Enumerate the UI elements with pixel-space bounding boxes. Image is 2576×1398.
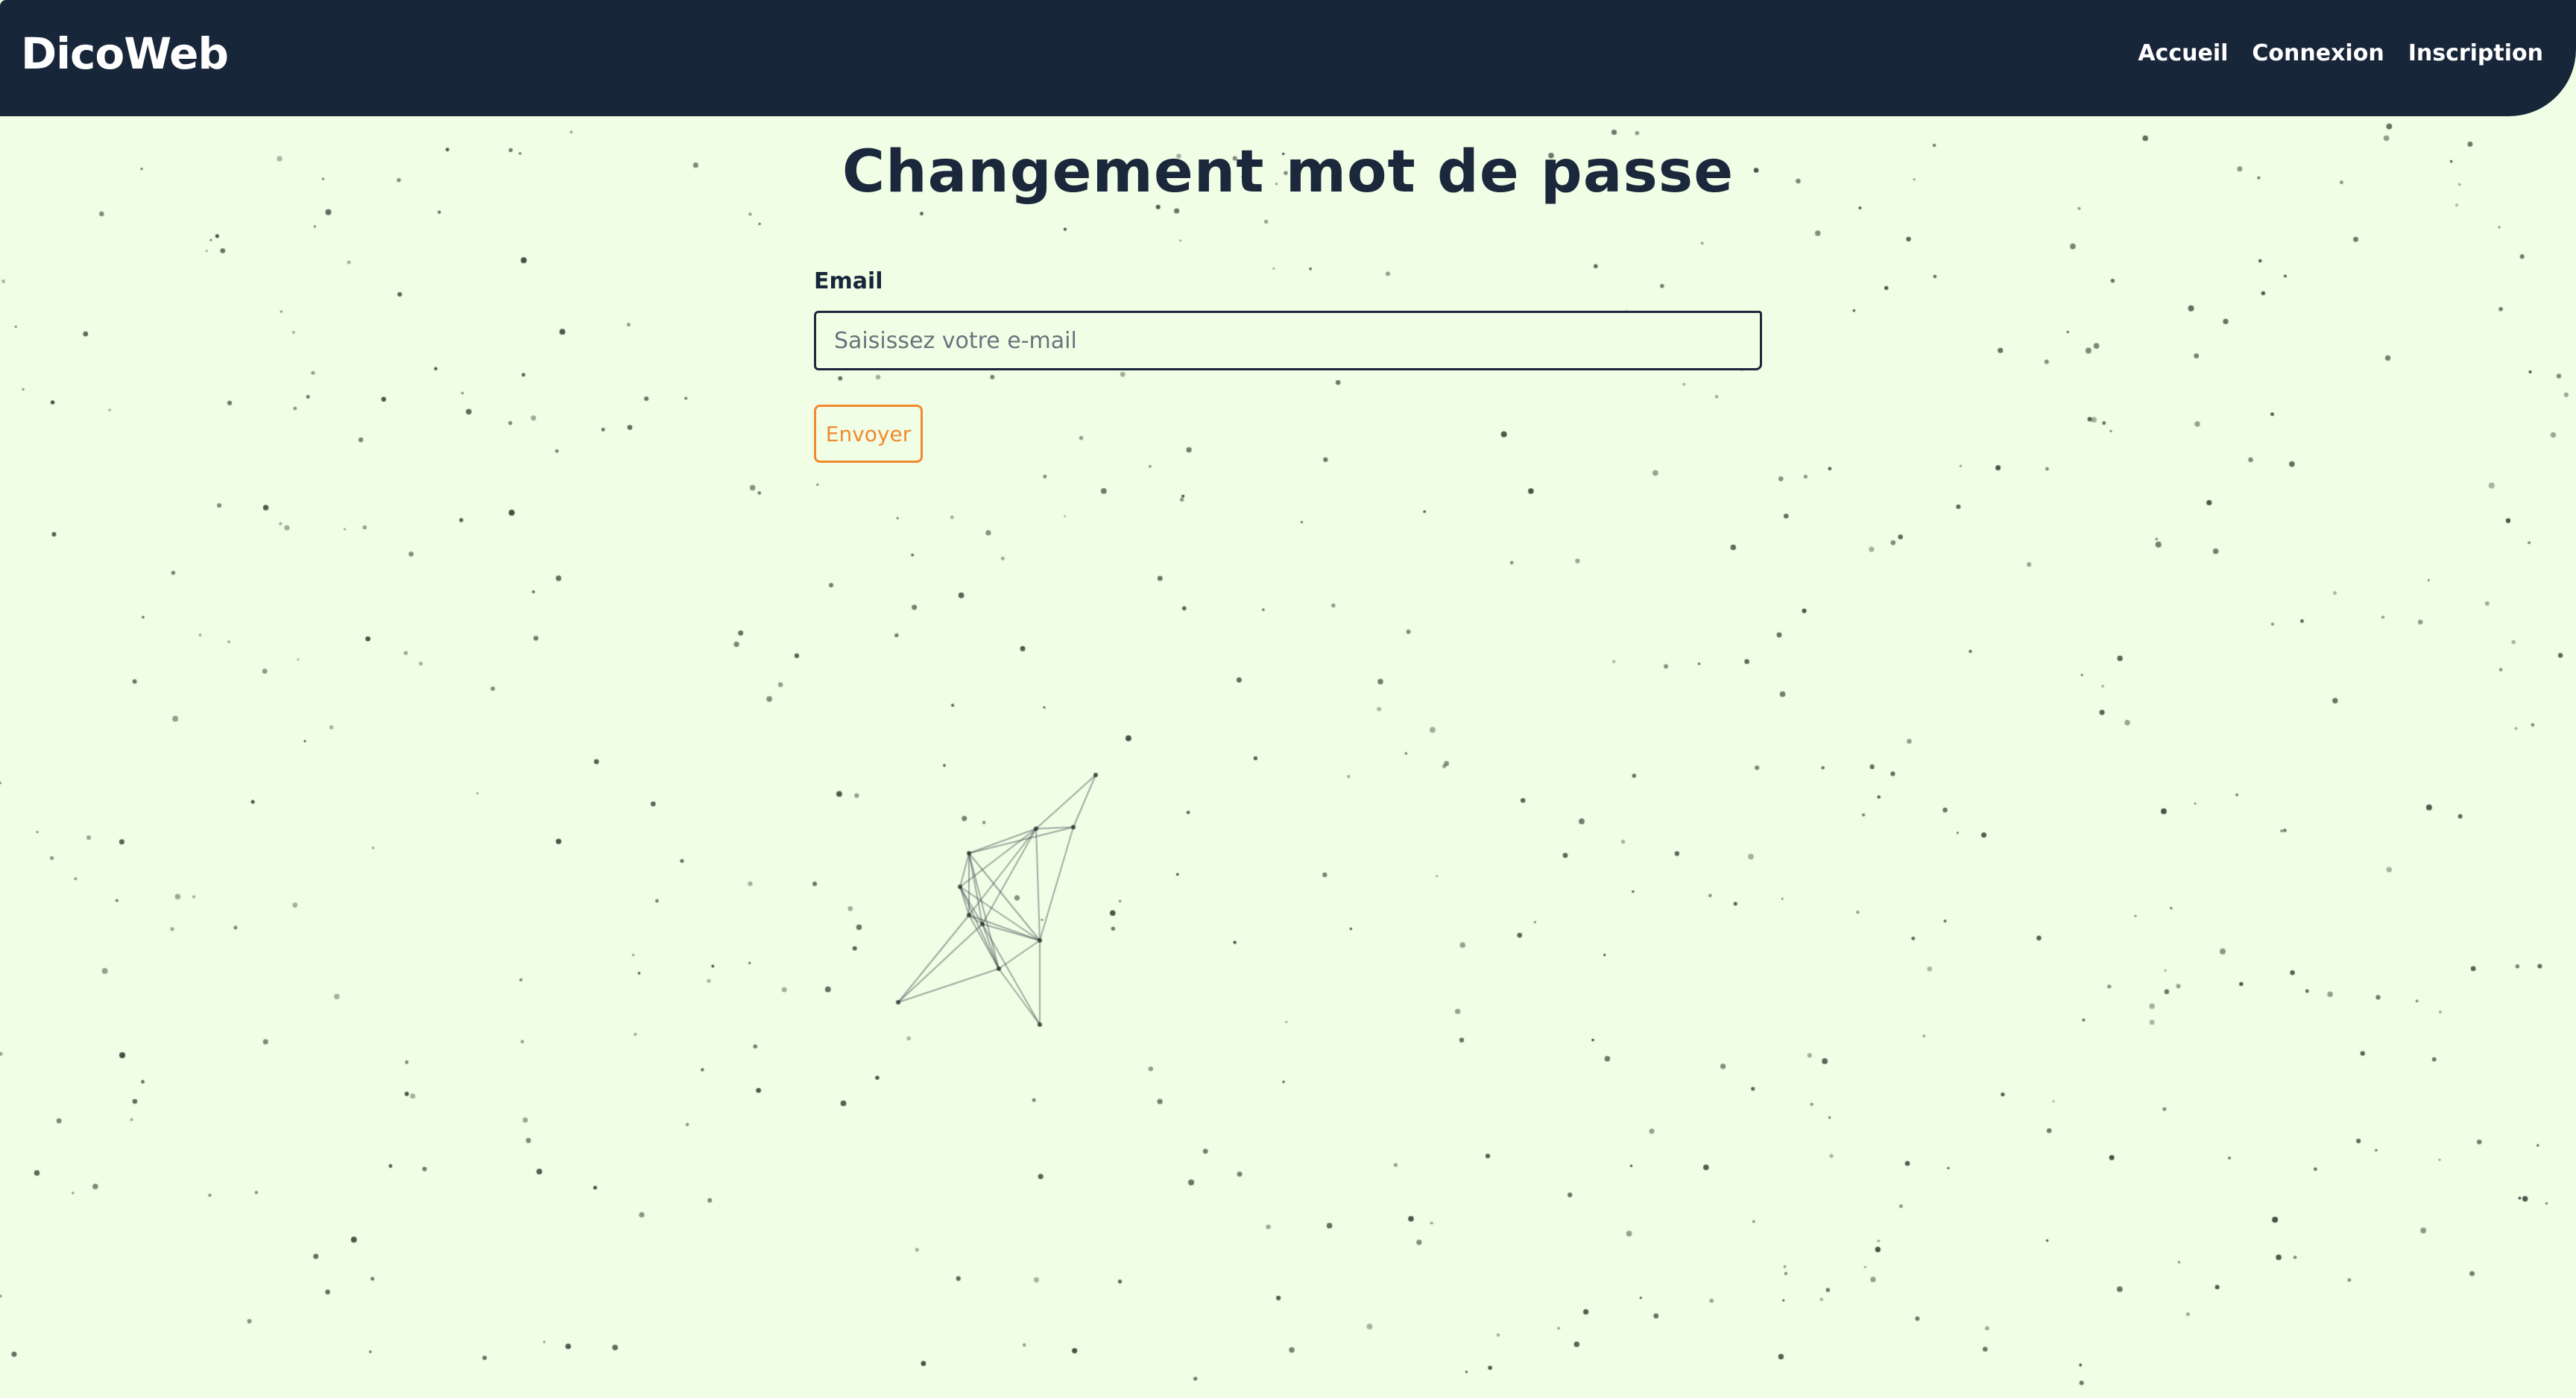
password-reset-form: Email Envoyer (814, 268, 1762, 463)
email-label: Email (814, 268, 883, 294)
nav-link-accueil[interactable]: Accueil (2138, 40, 2228, 66)
navbar: DicoWeb Accueil Connexion Inscription (0, 0, 2576, 116)
nav-links: Accueil Connexion Inscription (2138, 40, 2543, 66)
brand-logo[interactable]: DicoWeb (21, 28, 229, 79)
send-button[interactable]: Envoyer (814, 405, 923, 463)
page-title: Changement mot de passe (842, 139, 1734, 206)
particle-background (0, 0, 2576, 1398)
nav-link-connexion[interactable]: Connexion (2252, 40, 2384, 66)
nav-link-inscription[interactable]: Inscription (2408, 40, 2543, 66)
email-input[interactable] (814, 311, 1762, 370)
